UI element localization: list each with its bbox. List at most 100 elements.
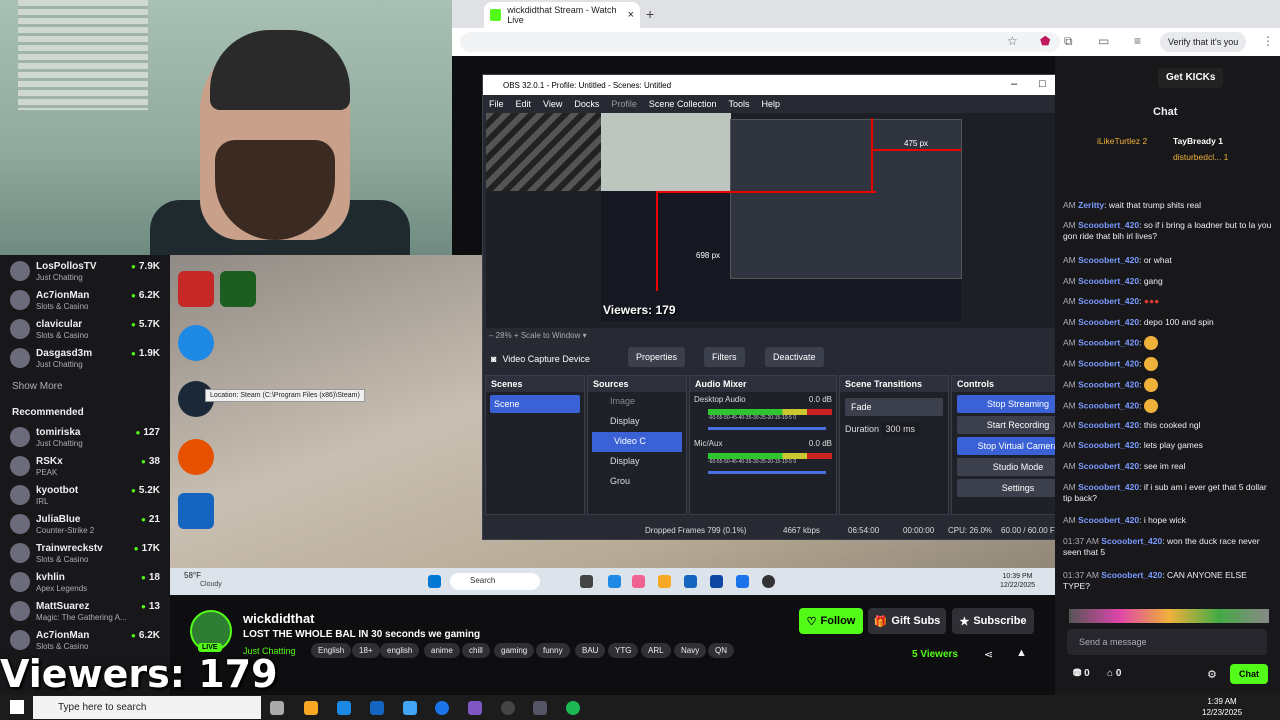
file-explorer-icon[interactable] — [580, 575, 593, 588]
app-icon[interactable] — [468, 701, 482, 715]
app-icon[interactable] — [533, 701, 547, 715]
tag[interactable]: ARL — [641, 643, 671, 658]
msg-user[interactable]: Scooobert_420 — [1078, 276, 1139, 286]
cast-icon[interactable]: ▭ — [1098, 34, 1109, 48]
extensions-icon[interactable]: ⧉ — [1064, 34, 1073, 49]
msg-user[interactable]: Scooobert_420 — [1078, 440, 1139, 450]
sidebar-channel[interactable]: JuliaBlueCounter-Strike 2 21 — [0, 510, 170, 539]
sidebar-channel[interactable]: TrainwreckstvSlots & Casino 17K — [0, 539, 170, 568]
msg-user[interactable]: Scooobert_420 — [1078, 482, 1139, 492]
scene-item[interactable]: Scene — [490, 395, 580, 413]
deactivate-button[interactable]: Deactivate — [765, 347, 824, 367]
show-more-link[interactable]: Show More — [12, 381, 63, 392]
tag[interactable]: gaming — [494, 643, 535, 658]
sidebar-channel[interactable]: kvhlinApex Legends 18 — [0, 568, 170, 597]
file-explorer-icon[interactable] — [304, 701, 318, 715]
menu-file[interactable]: File — [489, 99, 504, 109]
msg-user[interactable]: Scooobert_420 — [1078, 220, 1139, 230]
sidebar-channel[interactable]: Ac7ionManSlots & Casino 6.2K — [0, 626, 170, 655]
menu-tools[interactable]: Tools — [728, 99, 749, 109]
sidebar-channel[interactable]: Ac7ionManSlots & Casino 6.2K — [0, 286, 170, 315]
desktop-volume-slider[interactable] — [708, 427, 826, 430]
address-bar[interactable] — [460, 32, 1060, 52]
sidebar-channel[interactable]: MattSuarezMagic: The Gathering A... 13 — [0, 597, 170, 626]
tag[interactable]: YTG — [608, 643, 639, 658]
source-item[interactable]: Grou — [588, 472, 686, 492]
shield-extension-icon[interactable]: ⬟ — [1040, 34, 1050, 48]
chrome-icon[interactable] — [736, 575, 749, 588]
ea-icon[interactable] — [178, 439, 214, 475]
msg-user[interactable]: Scooobert_420 — [1078, 515, 1139, 525]
sidebar-channel[interactable]: clavicularSlots & Casino 5.7K — [0, 315, 170, 344]
remote-search-box[interactable]: Search — [450, 573, 540, 590]
edge-icon[interactable] — [337, 701, 351, 715]
browser-menu-icon[interactable]: ⋮ — [1262, 34, 1274, 48]
menu-help[interactable]: Help — [761, 99, 780, 109]
msg-user[interactable]: Scooobert_420 — [1078, 296, 1139, 306]
tag[interactable]: funny — [536, 643, 570, 658]
tag[interactable]: English — [311, 643, 352, 658]
edge-icon[interactable] — [178, 325, 214, 361]
obs-taskbar-icon[interactable] — [762, 575, 775, 588]
emote-bar[interactable] — [1069, 609, 1269, 623]
msg-user[interactable]: Scooobert_420 — [1078, 420, 1139, 430]
counter-strike-icon[interactable] — [178, 493, 214, 529]
minimize-icon[interactable]: – — [1011, 78, 1017, 90]
verify-chip[interactable]: Verify that it's you — [1160, 32, 1247, 52]
msg-user[interactable]: Scooobert_420 — [1101, 570, 1162, 580]
msg-user[interactable]: Scooobert_420 — [1101, 536, 1162, 546]
windows-start-icon[interactable] — [428, 575, 441, 588]
obs-preview[interactable]: 475 px 698 px Viewers: 179 — [486, 113, 1078, 328]
tag[interactable]: QN — [708, 643, 734, 658]
menu-edit[interactable]: Edit — [516, 99, 532, 109]
mail-icon[interactable] — [403, 701, 417, 715]
get-kicks-button[interactable]: Get KICKs — [1158, 68, 1224, 88]
nvidia-icon[interactable] — [220, 271, 256, 307]
menu-docks[interactable]: Docks — [574, 99, 599, 109]
sidebar-channel[interactable]: Dasgasd3mJust Chatting 1.9K — [0, 344, 170, 373]
msg-user[interactable]: Scooobert_420 — [1078, 317, 1139, 327]
msg-user[interactable]: Scooobert_420 — [1078, 255, 1139, 265]
sidebar-channel[interactable]: kyootbotIRL 5.2K — [0, 481, 170, 510]
menu-profile[interactable]: Profile — [611, 99, 637, 109]
chrome-icon[interactable] — [435, 701, 449, 715]
task-view-icon[interactable] — [270, 701, 284, 715]
msg-user[interactable]: Zeritty — [1078, 200, 1104, 210]
chat-send-button[interactable]: Chat — [1230, 664, 1268, 684]
folder-icon[interactable] — [658, 575, 671, 588]
store-icon[interactable] — [684, 575, 697, 588]
dropbox-icon[interactable] — [710, 575, 723, 588]
report-icon[interactable]: ▲ — [1016, 647, 1027, 659]
subscribe-button[interactable]: ★ Subscribe — [952, 608, 1034, 634]
follow-button[interactable]: ♡ Follow — [799, 608, 863, 634]
menu-scene-collection[interactable]: Scene Collection — [649, 99, 717, 109]
transition-select[interactable]: Fade — [845, 398, 943, 416]
menu-view[interactable]: View — [543, 99, 562, 109]
sidebar-channel[interactable]: RSKxPEAK 38 — [0, 452, 170, 481]
copilot-icon[interactable] — [632, 575, 645, 588]
gift-counter[interactable]: ⌂ 0 — [1107, 668, 1121, 679]
sidebar-channel[interactable]: LosPollosTVJust Chatting 7.9K — [0, 257, 170, 286]
tag[interactable]: english — [380, 643, 420, 658]
mic-volume-slider[interactable] — [708, 471, 826, 474]
close-tab-icon[interactable]: × — [628, 9, 634, 21]
tag[interactable]: anime — [424, 643, 460, 658]
source-item[interactable]: Image — [588, 392, 686, 412]
source-item[interactable]: Video C — [592, 432, 682, 452]
tag[interactable]: chill — [462, 643, 490, 658]
source-item[interactable]: Display — [588, 412, 686, 432]
filters-button[interactable]: Filters — [704, 347, 745, 367]
msg-user[interactable]: Scooobert_420 — [1078, 379, 1139, 389]
gift-subs-button[interactable]: 🎁 Gift Subs — [868, 608, 946, 634]
msg-user[interactable]: Scooobert_420 — [1078, 337, 1139, 347]
scale-mode[interactable]: Scale to Window — [521, 331, 581, 340]
valorant-icon[interactable] — [178, 271, 214, 307]
new-tab-button[interactable]: + — [646, 6, 654, 22]
msg-user[interactable]: Scooobert_420 — [1078, 358, 1139, 368]
streamer-name[interactable]: wickdidthat — [243, 611, 315, 626]
maximize-icon[interactable]: □ — [1039, 78, 1046, 90]
msg-user[interactable]: Scooobert_420 — [1078, 400, 1139, 410]
edge-taskbar-icon[interactable] — [608, 575, 621, 588]
obs-taskbar-icon[interactable] — [501, 701, 515, 715]
reading-list-icon[interactable]: ≡ — [1134, 34, 1141, 48]
